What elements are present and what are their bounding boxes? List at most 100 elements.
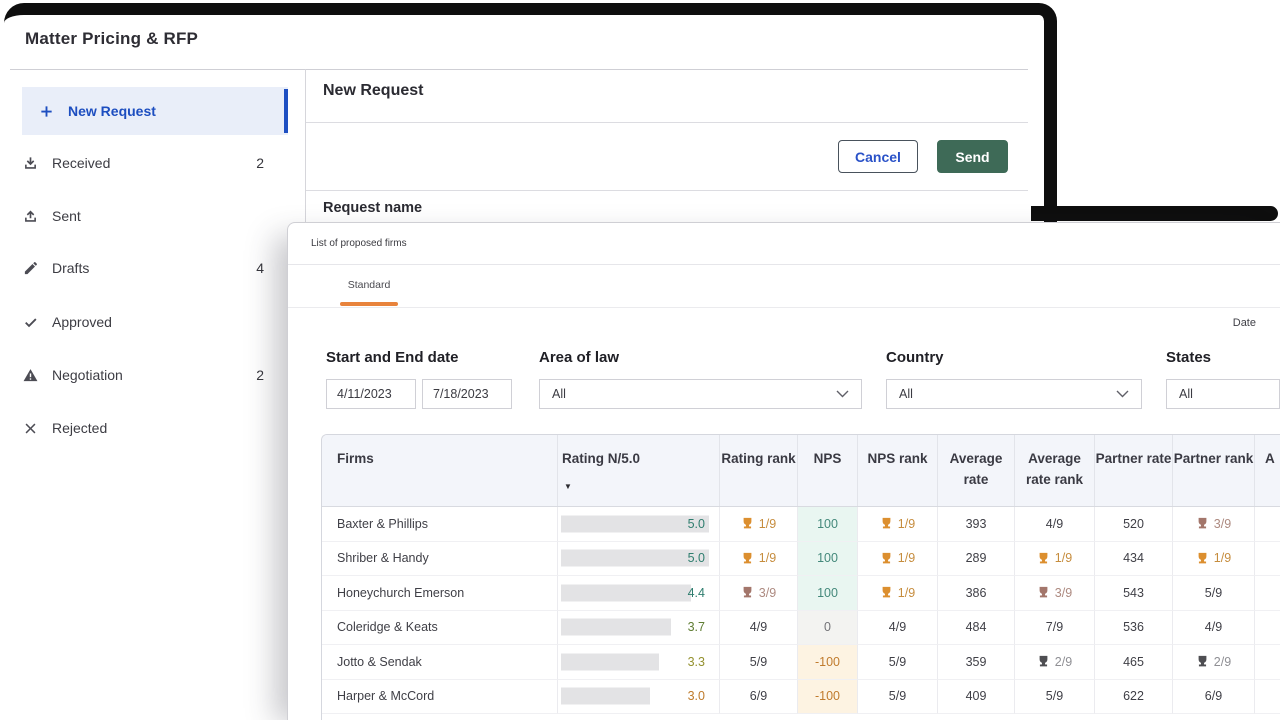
sidebar-item-drafts[interactable]: Drafts 4	[22, 253, 288, 283]
x-icon	[22, 420, 38, 436]
clipped-cell	[1254, 576, 1280, 611]
request-name-label: Request name	[323, 200, 422, 216]
check-icon	[22, 314, 38, 330]
warning-icon	[22, 367, 38, 383]
states-value: All	[1179, 387, 1193, 401]
sidebar-item-count: 4	[256, 260, 264, 276]
trophy-icon	[1196, 552, 1209, 565]
area-of-law-select[interactable]: All	[539, 379, 862, 409]
trophy-icon	[741, 552, 754, 565]
nps-rank-cell: 1/9	[857, 507, 937, 542]
rating-rank-cell: 5/9	[719, 645, 797, 680]
column-header-nps[interactable]: NPS	[797, 435, 857, 506]
rank-value: 1/9	[898, 586, 915, 600]
table-row[interactable]: Harper & McCord 3.0 6/9 -100 5/9 409 5/9…	[322, 680, 1280, 715]
states-select[interactable]: All	[1166, 379, 1280, 409]
partner-rate-cell: 622	[1094, 680, 1172, 715]
column-header-average-rate[interactable]: Average rate	[937, 435, 1014, 506]
sidebar-item-received[interactable]: Received 2	[22, 148, 288, 178]
header-divider	[10, 69, 1028, 70]
rank-value: 2/9	[1214, 655, 1231, 669]
sidebar-item-label: Rejected	[52, 420, 107, 436]
nps-rank-cell: 4/9	[857, 611, 937, 646]
average-rate-rank-cell: 7/9	[1014, 611, 1094, 646]
nps-cell: 100	[797, 507, 857, 542]
table-row[interactable]: Baxter & Phillips 5.0 1/9 100 1/9 393 4/…	[322, 507, 1280, 542]
rating-value: 4.4	[688, 586, 705, 600]
date-range-label: Start and End date	[326, 349, 459, 366]
rating-rank-cell: 4/9	[719, 611, 797, 646]
trophy-icon	[741, 586, 754, 599]
average-rate-rank-cell: 1/9	[1014, 542, 1094, 577]
area-of-law-value: All	[552, 387, 566, 401]
average-rate-rank-cell: 2/9	[1014, 645, 1094, 680]
table-row[interactable]: Honeychurch Emerson 4.4 3/9 100 1/9 386 …	[322, 576, 1280, 611]
end-date-input[interactable]	[422, 379, 512, 409]
table-body: Baxter & Phillips 5.0 1/9 100 1/9 393 4/…	[322, 507, 1280, 714]
tab-standard[interactable]: Standard	[340, 279, 398, 291]
table-row[interactable]: Jotto & Sendak 3.3 5/9 -100 5/9 359 2/9 …	[322, 645, 1280, 680]
clipped-cell	[1254, 680, 1280, 715]
date-label: Date	[1233, 317, 1256, 329]
column-header-rating-rank[interactable]: Rating rank	[719, 435, 797, 506]
content-divider	[306, 190, 1028, 191]
sidebar-item-label: Received	[52, 155, 110, 171]
area-of-law-label: Area of law	[539, 349, 619, 366]
sidebar-item-approved[interactable]: Approved	[22, 307, 288, 337]
start-date-input[interactable]	[326, 379, 416, 409]
nps-rank-cell: 1/9	[857, 542, 937, 577]
partner-rank-cell: 4/9	[1172, 611, 1254, 646]
sidebar-item-sent[interactable]: Sent	[22, 201, 288, 231]
cancel-button[interactable]: Cancel	[838, 140, 918, 173]
rank-value: 1/9	[898, 517, 915, 531]
rating-rank-cell: 1/9	[719, 507, 797, 542]
column-header-clipped: A	[1254, 435, 1280, 506]
rank-value: 1/9	[1055, 551, 1072, 565]
partner-rank-cell: 3/9	[1172, 507, 1254, 542]
table-row[interactable]: Coleridge & Keats 3.7 4/9 0 4/9 484 7/9 …	[322, 611, 1280, 646]
column-header-partner-rank[interactable]: Partner rank	[1172, 435, 1254, 506]
sidebar-item-count: 2	[256, 367, 264, 383]
average-rate-cell: 289	[937, 542, 1014, 577]
average-rate-rank-cell: 5/9	[1014, 680, 1094, 715]
firm-name: Baxter & Phillips	[322, 507, 557, 542]
trophy-icon	[880, 517, 893, 530]
tabstrip-divider	[288, 307, 1280, 308]
plus-icon	[38, 103, 54, 119]
sidebar-item-label: New Request	[68, 103, 156, 119]
table-row[interactable]: Shriber & Handy 5.0 1/9 100 1/9 289 1/9 …	[322, 542, 1280, 577]
column-header-average-rate-rank[interactable]: Average rate rank	[1014, 435, 1094, 506]
country-label: Country	[886, 349, 944, 366]
clipped-cell	[1254, 542, 1280, 577]
rating-value: 5.0	[688, 517, 705, 531]
sidebar-item-rejected[interactable]: Rejected	[22, 413, 288, 443]
average-rate-cell: 484	[937, 611, 1014, 646]
content-divider	[306, 122, 1028, 123]
partner-rank-cell: 6/9	[1172, 680, 1254, 715]
nps-cell: 0	[797, 611, 857, 646]
rating-value: 3.3	[688, 655, 705, 669]
country-select[interactable]: All	[886, 379, 1142, 409]
firm-name: Shriber & Handy	[322, 542, 557, 577]
rank-value: 5/9	[889, 655, 906, 669]
partner-rank-cell: 1/9	[1172, 542, 1254, 577]
send-button[interactable]: Send	[937, 140, 1008, 173]
rank-value: 3/9	[1055, 586, 1072, 600]
nps-cell: 100	[797, 576, 857, 611]
sidebar-item-new-request[interactable]: New Request	[22, 87, 288, 135]
firm-name: Harper & McCord	[322, 680, 557, 715]
trophy-icon	[880, 586, 893, 599]
background-window-frame-edge	[1031, 206, 1278, 221]
sidebar-item-label: Drafts	[52, 260, 89, 276]
sidebar-item-negotiation[interactable]: Negotiation 2	[22, 360, 288, 390]
column-header-partner-rate[interactable]: Partner rate	[1094, 435, 1172, 506]
rating-bar	[561, 619, 671, 636]
column-header-firms[interactable]: Firms	[322, 435, 557, 506]
clipped-cell	[1254, 645, 1280, 680]
column-header-nps-rank[interactable]: NPS rank	[857, 435, 937, 506]
rating-rank-cell: 3/9	[719, 576, 797, 611]
country-value: All	[899, 387, 913, 401]
column-header-rating[interactable]: Rating N/5.0 ▼	[557, 435, 719, 506]
nps-cell: -100	[797, 645, 857, 680]
rank-value: 1/9	[1214, 551, 1231, 565]
